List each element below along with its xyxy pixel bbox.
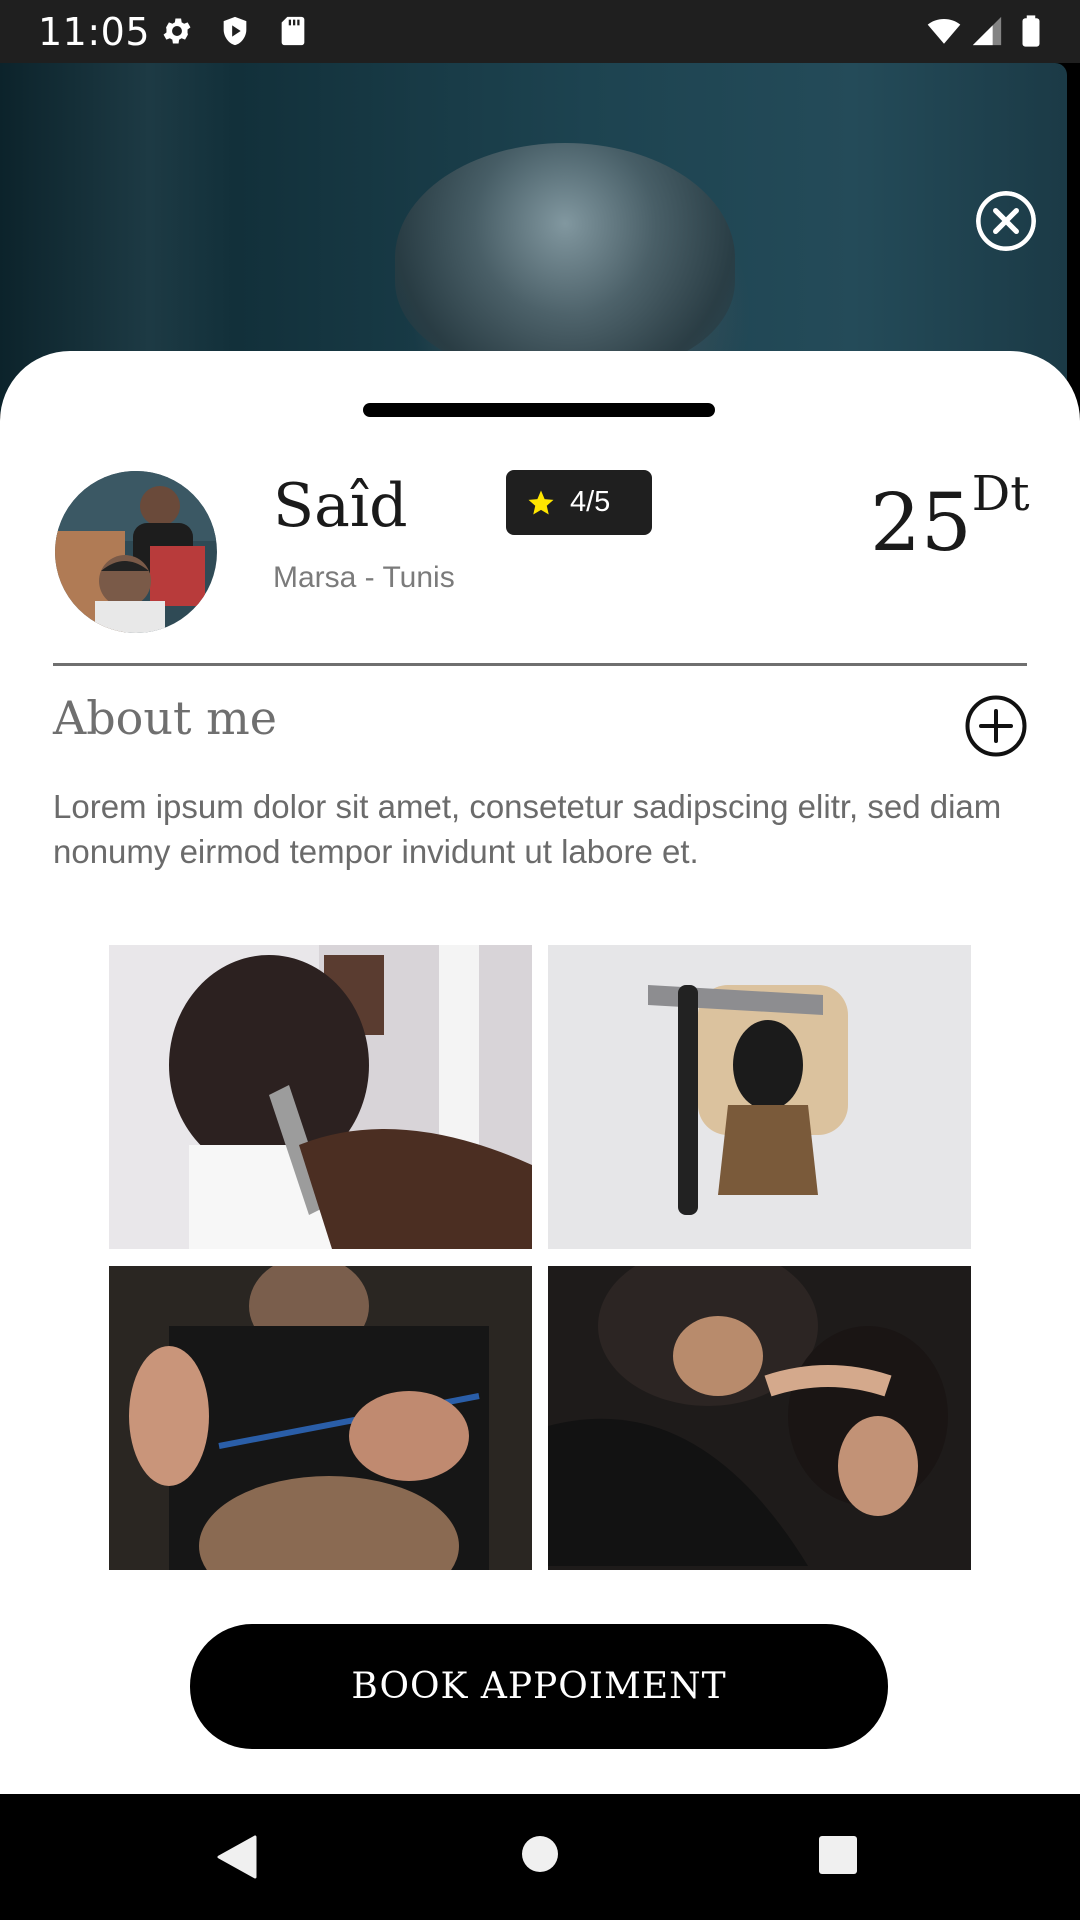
scissors-cut-photo[interactable] <box>109 1266 532 1570</box>
star-icon <box>528 490 554 514</box>
barber-detail-sheet: Saîd Marsa - Tunis 4/5 25Dt About me Lor… <box>0 351 1080 1794</box>
plus-circle-icon[interactable] <box>965 695 1027 757</box>
wifi-icon <box>927 18 961 44</box>
home-icon[interactable] <box>520 1834 560 1874</box>
shield-icon <box>223 16 247 46</box>
razor-and-brush-photo[interactable] <box>548 945 971 1249</box>
battery-icon <box>1022 15 1040 47</box>
barber-trimming-photo[interactable] <box>548 1266 971 1570</box>
price-amount: 25 <box>870 476 972 569</box>
price: 25Dt <box>870 466 1030 569</box>
rating-badge: 4/5 <box>506 470 652 535</box>
divider <box>53 663 1027 666</box>
back-icon[interactable] <box>215 1834 259 1880</box>
signal-icon <box>972 16 1002 46</box>
recents-icon[interactable] <box>817 1834 859 1876</box>
status-time: 11:05 <box>38 10 151 54</box>
settings-icon <box>163 18 191 44</box>
drag-handle[interactable] <box>363 403 715 417</box>
status-bar: 11:05 <box>0 0 1080 63</box>
clipper-haircut-photo[interactable] <box>109 945 532 1249</box>
nav-bar <box>0 1794 1080 1920</box>
rating-value: 4/5 <box>570 486 611 518</box>
barber-haircut-photo <box>395 143 735 373</box>
barber-location: Marsa - Tunis <box>273 561 455 594</box>
price-unit: Dt <box>971 466 1030 522</box>
book-appointment-button[interactable]: BOOK APPOIMENT <box>190 1624 888 1749</box>
barber-name: Saîd <box>273 471 408 541</box>
sd-card-icon <box>281 16 305 46</box>
close-icon[interactable] <box>976 191 1036 251</box>
about-title: About me <box>53 691 277 745</box>
avatar <box>55 471 217 633</box>
about-description: Lorem ipsum dolor sit amet, consetetur s… <box>53 788 1002 870</box>
